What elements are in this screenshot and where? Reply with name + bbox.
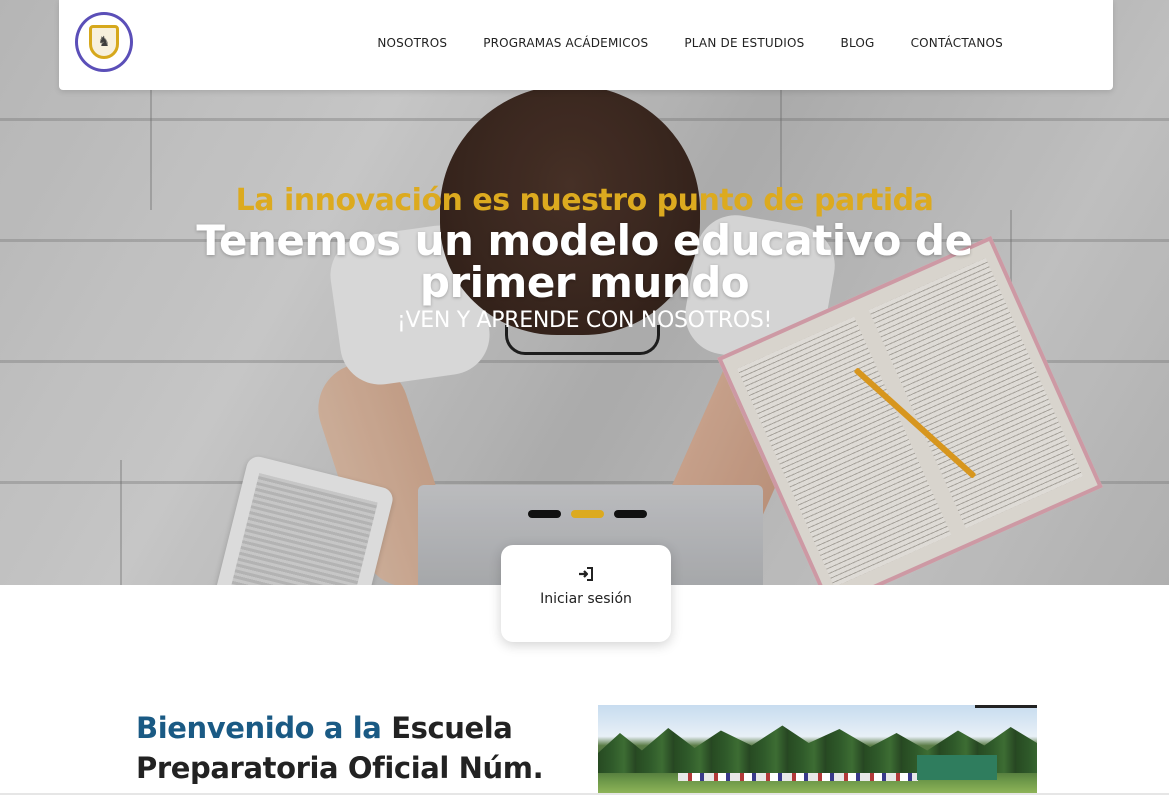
nav-item-blog[interactable]: BLOG bbox=[841, 36, 875, 50]
main-nav: NOSOTROS PROGRAMAS ACÁDEMICOS PLAN DE ES… bbox=[377, 36, 1003, 50]
hero-title: Tenemos un modelo educativo de primer mu… bbox=[196, 216, 973, 307]
nav-item-contactanos[interactable]: CONTÁCTANOS bbox=[911, 36, 1003, 50]
nav-item-nosotros[interactable]: NOSOTROS bbox=[377, 36, 447, 50]
top-navbar: ♞ NOSOTROS PROGRAMAS ACÁDEMICOS PLAN DE … bbox=[59, 0, 1113, 90]
hero-text-block: La innovación es nuestro punto de partid… bbox=[0, 183, 1169, 333]
login-label: Iniciar sesión bbox=[540, 591, 632, 607]
carousel-dot-2[interactable] bbox=[571, 510, 604, 518]
nav-item-plan-estudios[interactable]: PLAN DE ESTUDIOS bbox=[684, 36, 804, 50]
login-card[interactable]: Iniciar sesión bbox=[501, 545, 671, 642]
nav-item-programas[interactable]: PROGRAMAS ACÁDEMICOS bbox=[483, 36, 648, 50]
hero-cta-text: ¡VEN Y APRENDE CON NOSOTROS! bbox=[396, 308, 773, 333]
carousel-indicators bbox=[528, 510, 647, 518]
shield-icon: ♞ bbox=[89, 25, 119, 59]
welcome-heading: Bienvenido a la Escuela Preparatoria Ofi… bbox=[136, 708, 586, 795]
school-logo[interactable]: ♞ bbox=[75, 12, 133, 72]
carousel-dot-3[interactable] bbox=[614, 510, 647, 518]
campus-photo bbox=[598, 705, 1037, 795]
hero-subtitle: La innovación es nuestro punto de partid… bbox=[235, 183, 934, 218]
carousel-dot-1[interactable] bbox=[528, 510, 561, 518]
welcome-accent: Bienvenido a la bbox=[136, 711, 382, 745]
sign-in-icon bbox=[578, 567, 594, 581]
